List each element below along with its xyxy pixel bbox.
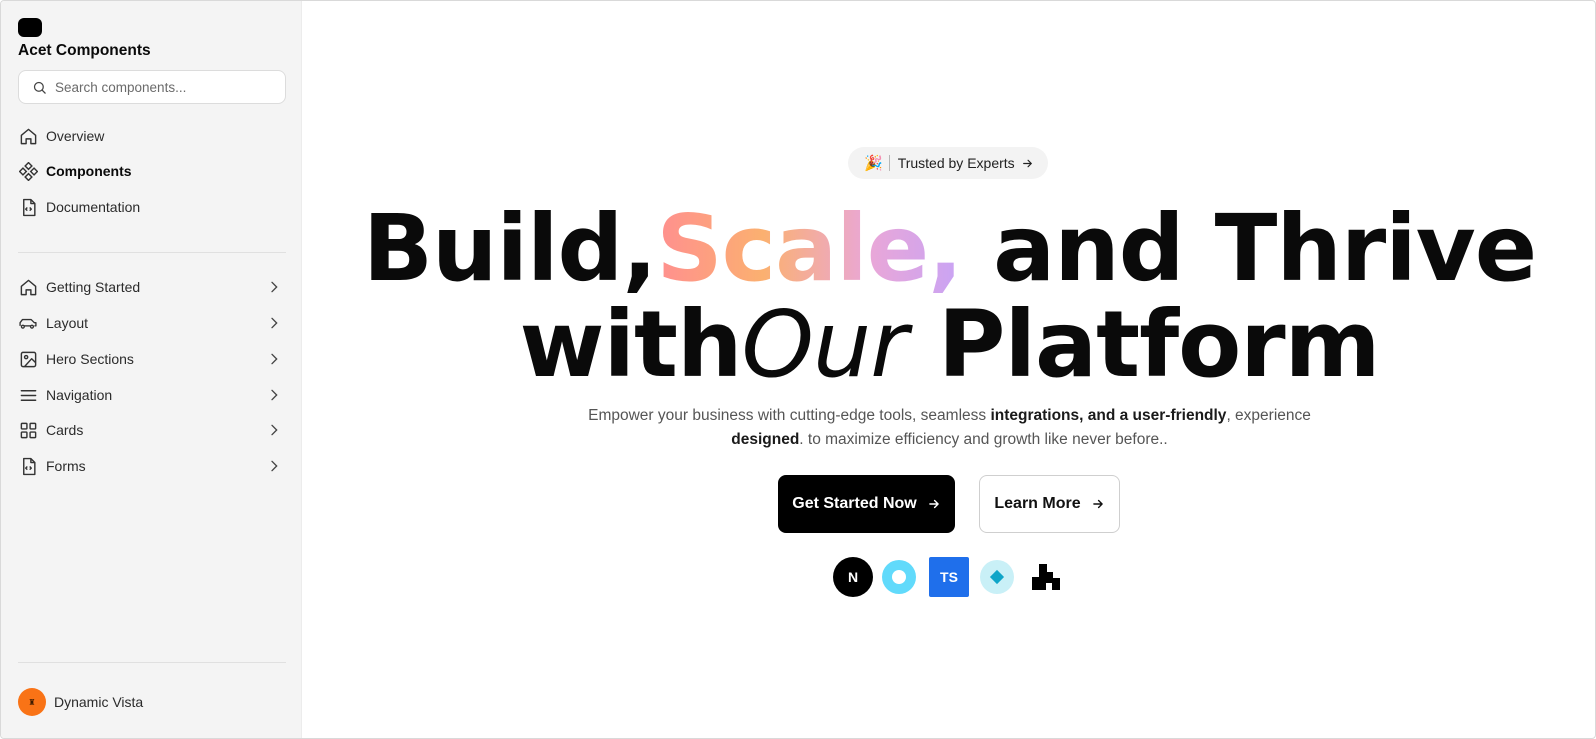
headline-text: and Thrive [962, 195, 1537, 302]
react-logo-dot [892, 570, 906, 584]
sidebar-item-label: Getting Started [46, 279, 141, 295]
badge-separator [888, 155, 890, 171]
react-logo-icon [882, 560, 916, 594]
headline-highlight: Scale, [656, 195, 963, 302]
get-started-button[interactable]: Get Started Now [778, 475, 955, 533]
hero-subtitle: Empower your business with cutting-edge … [562, 404, 1337, 452]
avatar: ♜ [18, 688, 46, 716]
shadcn-logo-icon [1026, 557, 1066, 597]
subtitle-text: . to maximize efficiency and growth like… [799, 431, 1168, 448]
sidebar-item-documentation[interactable]: Documentation [18, 192, 286, 222]
app-window: Acet Components Overview Components Docu… [0, 0, 1596, 739]
car-icon [18, 313, 38, 333]
sidebar-item-cards[interactable]: Cards [18, 415, 286, 445]
headline-text: Platform [907, 291, 1381, 398]
chevron-right-icon [271, 317, 278, 329]
home-icon [18, 277, 38, 297]
chevron-right-icon [271, 460, 278, 472]
tailwind-logo-mark [989, 569, 1005, 585]
main-content: 🎉 Trusted by Experts Build,Scale, and Th… [302, 1, 1595, 738]
search-box[interactable] [18, 70, 286, 104]
headline-text: Build, [362, 195, 657, 302]
tailwind-logo-icon [980, 560, 1014, 594]
brand-logo[interactable] [18, 18, 42, 37]
typescript-letters: TS [940, 569, 958, 585]
badge-text: Trusted by Experts [897, 155, 1015, 171]
sidebar-item-components[interactable]: Components [18, 156, 286, 186]
sidebar-item-label: Overview [46, 128, 105, 144]
chevron-right-icon [271, 389, 278, 401]
menu-icon [18, 385, 38, 405]
subtitle-bold: designed [731, 431, 800, 448]
headline-text: with [519, 291, 742, 398]
subtitle-bold: integrations, and a user-friendly [990, 407, 1227, 424]
subtitle-text: Empower your business with cutting-edge … [588, 407, 991, 424]
sidebar-item-label: Layout [46, 315, 89, 331]
arrow-right-icon [928, 499, 939, 509]
chevron-right-icon [271, 424, 278, 436]
party-popper-icon: 🎉 [864, 155, 883, 172]
sidebar-item-label: Cards [46, 422, 84, 438]
button-label: Get Started Now [792, 495, 917, 512]
nextjs-letter: N [847, 569, 859, 585]
typescript-logo-icon: TS [929, 557, 969, 597]
hero-headline-line-1: Build,Scale, and Thrive [302, 199, 1595, 299]
sidebar-item-label: Documentation [46, 199, 141, 215]
sidebar-divider [18, 662, 286, 663]
trusted-badge[interactable]: 🎉 Trusted by Experts [848, 147, 1048, 179]
arrow-right-icon [1022, 159, 1032, 167]
button-label: Learn More [994, 495, 1081, 512]
search-input[interactable] [55, 71, 275, 103]
hero-headline-line-2: withOur Platform [302, 295, 1595, 395]
file-code-icon [18, 197, 38, 217]
user-name: Dynamic Vista [54, 694, 144, 710]
sidebar: Acet Components Overview Components Docu… [1, 1, 302, 738]
user-profile[interactable]: ♜ Dynamic Vista [18, 688, 143, 716]
file-code-icon [18, 456, 38, 476]
nextjs-logo-icon: N [833, 557, 873, 597]
sidebar-item-layout[interactable]: Layout [18, 308, 286, 338]
search-icon [33, 81, 46, 94]
arrow-right-icon [1092, 499, 1103, 509]
sidebar-item-label: Forms [46, 458, 86, 474]
components-icon [18, 161, 38, 181]
sidebar-item-navigation[interactable]: Navigation [18, 380, 286, 410]
learn-more-button[interactable]: Learn More [979, 475, 1120, 533]
subtitle-text: , experience [1226, 407, 1311, 424]
sidebar-item-forms[interactable]: Forms [18, 451, 286, 481]
sidebar-item-hero-sections[interactable]: Hero Sections [18, 344, 286, 374]
sidebar-item-label: Components [46, 163, 132, 179]
chevron-right-icon [271, 353, 278, 365]
headline-italic: Our [741, 291, 908, 398]
block-logo-shape [1032, 564, 1060, 590]
sidebar-item-label: Navigation [46, 387, 113, 403]
sidebar-divider [18, 252, 286, 253]
sidebar-item-getting-started[interactable]: Getting Started [18, 272, 286, 302]
grid-icon [18, 420, 38, 440]
avatar-glyph-icon: ♜ [28, 697, 36, 707]
chevron-right-icon [271, 281, 278, 293]
sidebar-item-label: Hero Sections [46, 351, 134, 367]
brand-name: Acet Components [18, 42, 151, 59]
sidebar-item-overview[interactable]: Overview [18, 121, 286, 151]
image-icon [18, 349, 38, 369]
home-icon [18, 126, 38, 146]
